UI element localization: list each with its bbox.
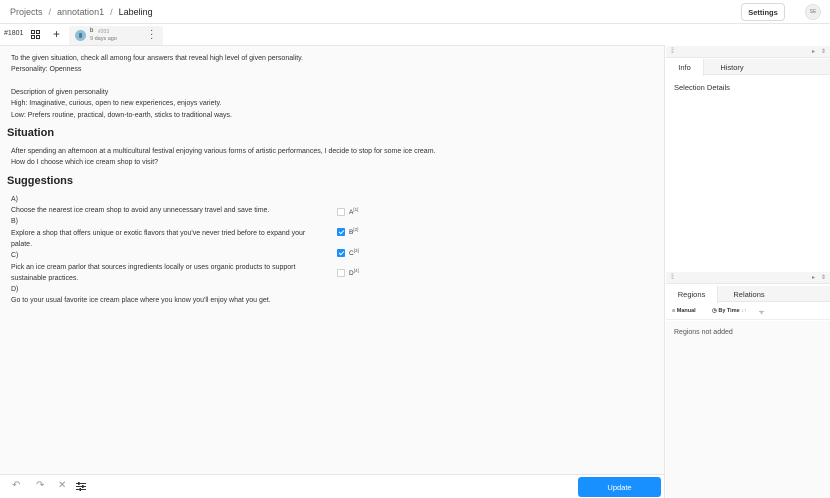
task-id: #1801 — [4, 30, 24, 37]
reset-icon[interactable]: ✕ — [58, 481, 66, 491]
choice-b-checkbox[interactable] — [337, 228, 345, 236]
suggestion-c-text-cont: sustainable practices. — [11, 275, 79, 282]
list-icon: ≡ — [672, 308, 676, 314]
settings-button[interactable]: Settings — [741, 3, 785, 21]
labeling-area: To the given situation, check all among … — [0, 46, 665, 474]
annotation-time: 9 days ago — [90, 36, 117, 42]
regions-list: Regions not added — [666, 321, 830, 498]
expand-icon[interactable]: ⇕ — [821, 274, 826, 281]
task-bar: #1801 + b #203 9 days ago · · · — [0, 24, 665, 46]
info-panel-header: ⁞⁞ ▸ ⇕ — [666, 46, 830, 58]
suggestion-d-text: Go to your usual favorite ice cream plac… — [11, 297, 271, 304]
collapse-icon[interactable]: ▸ — [812, 274, 815, 281]
add-annotation-icon[interactable]: + — [53, 28, 60, 40]
suggestion-b-text: Explore a shop that offers unique or exo… — [11, 230, 306, 237]
redo-icon[interactable]: ↷ — [36, 481, 44, 491]
choice-d-checkbox[interactable] — [337, 269, 345, 277]
suggestion-b-text-cont: palate. — [11, 241, 33, 248]
regions-panel-header: ⁞⁞ ▸ ⇕ — [666, 272, 830, 284]
bottom-bar: ↶ ↷ ✕ Update — [0, 474, 665, 498]
annotation-user: b — [90, 28, 94, 34]
visibility-icon[interactable]: ᯤ — [759, 308, 764, 316]
tab-info[interactable]: Info — [666, 59, 704, 76]
annotation-number: #203 — [98, 29, 110, 35]
instruction-text: To the given situation, check all among … — [11, 55, 304, 62]
regions-sort-row: ≡ Manual ◷ By Time ↓↑ ᯤ — [666, 303, 830, 320]
situation-text: After spending an afternoon at a multicu… — [11, 148, 436, 155]
expand-icon[interactable]: ⇕ — [821, 48, 826, 55]
description-heading: Description of given personality — [11, 89, 109, 96]
situation-question: How do I choose which ice cream shop to … — [11, 159, 159, 166]
choice-c-label[interactable]: C[3] — [349, 248, 359, 257]
breadcrumb-current: Labeling — [118, 7, 153, 17]
regions-tabs: Regions Relations — [666, 286, 830, 303]
grid-icon[interactable] — [31, 30, 40, 39]
side-panel: ⁞⁞ ▸ ⇕ Info History Selection Details ⁞⁞… — [666, 46, 830, 498]
top-bar: Projects / annotation1 / Labeling Settings S… — [0, 0, 830, 24]
selection-details: Selection Details — [674, 83, 730, 92]
choice-b-label[interactable]: B[2] — [349, 227, 358, 236]
settings-sliders-icon[interactable] — [76, 482, 86, 491]
choice-a-checkbox[interactable] — [337, 208, 345, 216]
breadcrumb-projects[interactable]: Projects — [10, 7, 43, 17]
breadcrumb-separator: / — [110, 7, 113, 17]
choice-c-checkbox[interactable] — [337, 249, 345, 257]
sort-by-time[interactable]: ◷ By Time ↓↑ — [712, 308, 747, 314]
suggestions-heading: Suggestions — [7, 175, 74, 187]
tab-history[interactable]: History — [710, 59, 754, 75]
suggestion-d-label: D) — [11, 286, 19, 293]
tab-relations[interactable]: Relations — [724, 286, 774, 302]
sort-order-icon: ↓↑ — [741, 308, 747, 314]
info-tabs: Info History — [666, 59, 830, 76]
suggestion-c-text: Pick an ice cream parlor that sources in… — [11, 264, 296, 271]
drag-handle-icon[interactable]: ⁞⁞ — [671, 274, 674, 281]
sort-manual[interactable]: ≡ Manual — [672, 308, 696, 314]
tab-regions[interactable]: Regions — [666, 286, 718, 303]
suggestion-a-text: Choose the nearest ice cream shop to avo… — [11, 207, 270, 214]
more-vertical-icon[interactable]: · · · — [150, 26, 154, 44]
suggestion-b-label: B) — [11, 218, 18, 225]
clock-icon: ◷ — [712, 308, 717, 314]
collapse-icon[interactable]: ▸ — [812, 48, 815, 55]
description-high: High: Imaginative, curious, open to new … — [11, 100, 222, 107]
suggestion-a-label: A) — [11, 196, 18, 203]
choice-a-label[interactable]: A[1] — [349, 207, 358, 216]
annotation-avatar — [75, 30, 86, 41]
drag-handle-icon[interactable]: ⁞⁞ — [671, 48, 674, 55]
situation-heading: Situation — [7, 127, 55, 139]
suggestion-c-label: C) — [11, 252, 19, 259]
breadcrumb-project[interactable]: annotation1 — [57, 7, 104, 17]
choice-d-label[interactable]: D[4] — [349, 268, 359, 277]
breadcrumb-separator: / — [48, 7, 52, 17]
empty-regions-text: Regions not added — [674, 329, 733, 336]
user-avatar[interactable]: SE — [805, 4, 821, 20]
update-button[interactable]: Update — [578, 477, 661, 497]
undo-icon[interactable]: ↶ — [12, 481, 20, 491]
breadcrumb: Projects / annotation1 / Labeling — [10, 7, 153, 17]
personality-text: Personality: Openness — [11, 66, 82, 73]
description-low: Low: Prefers routine, practical, down-to… — [11, 112, 232, 119]
annotation-tab[interactable]: b #203 9 days ago · · · — [69, 26, 163, 45]
